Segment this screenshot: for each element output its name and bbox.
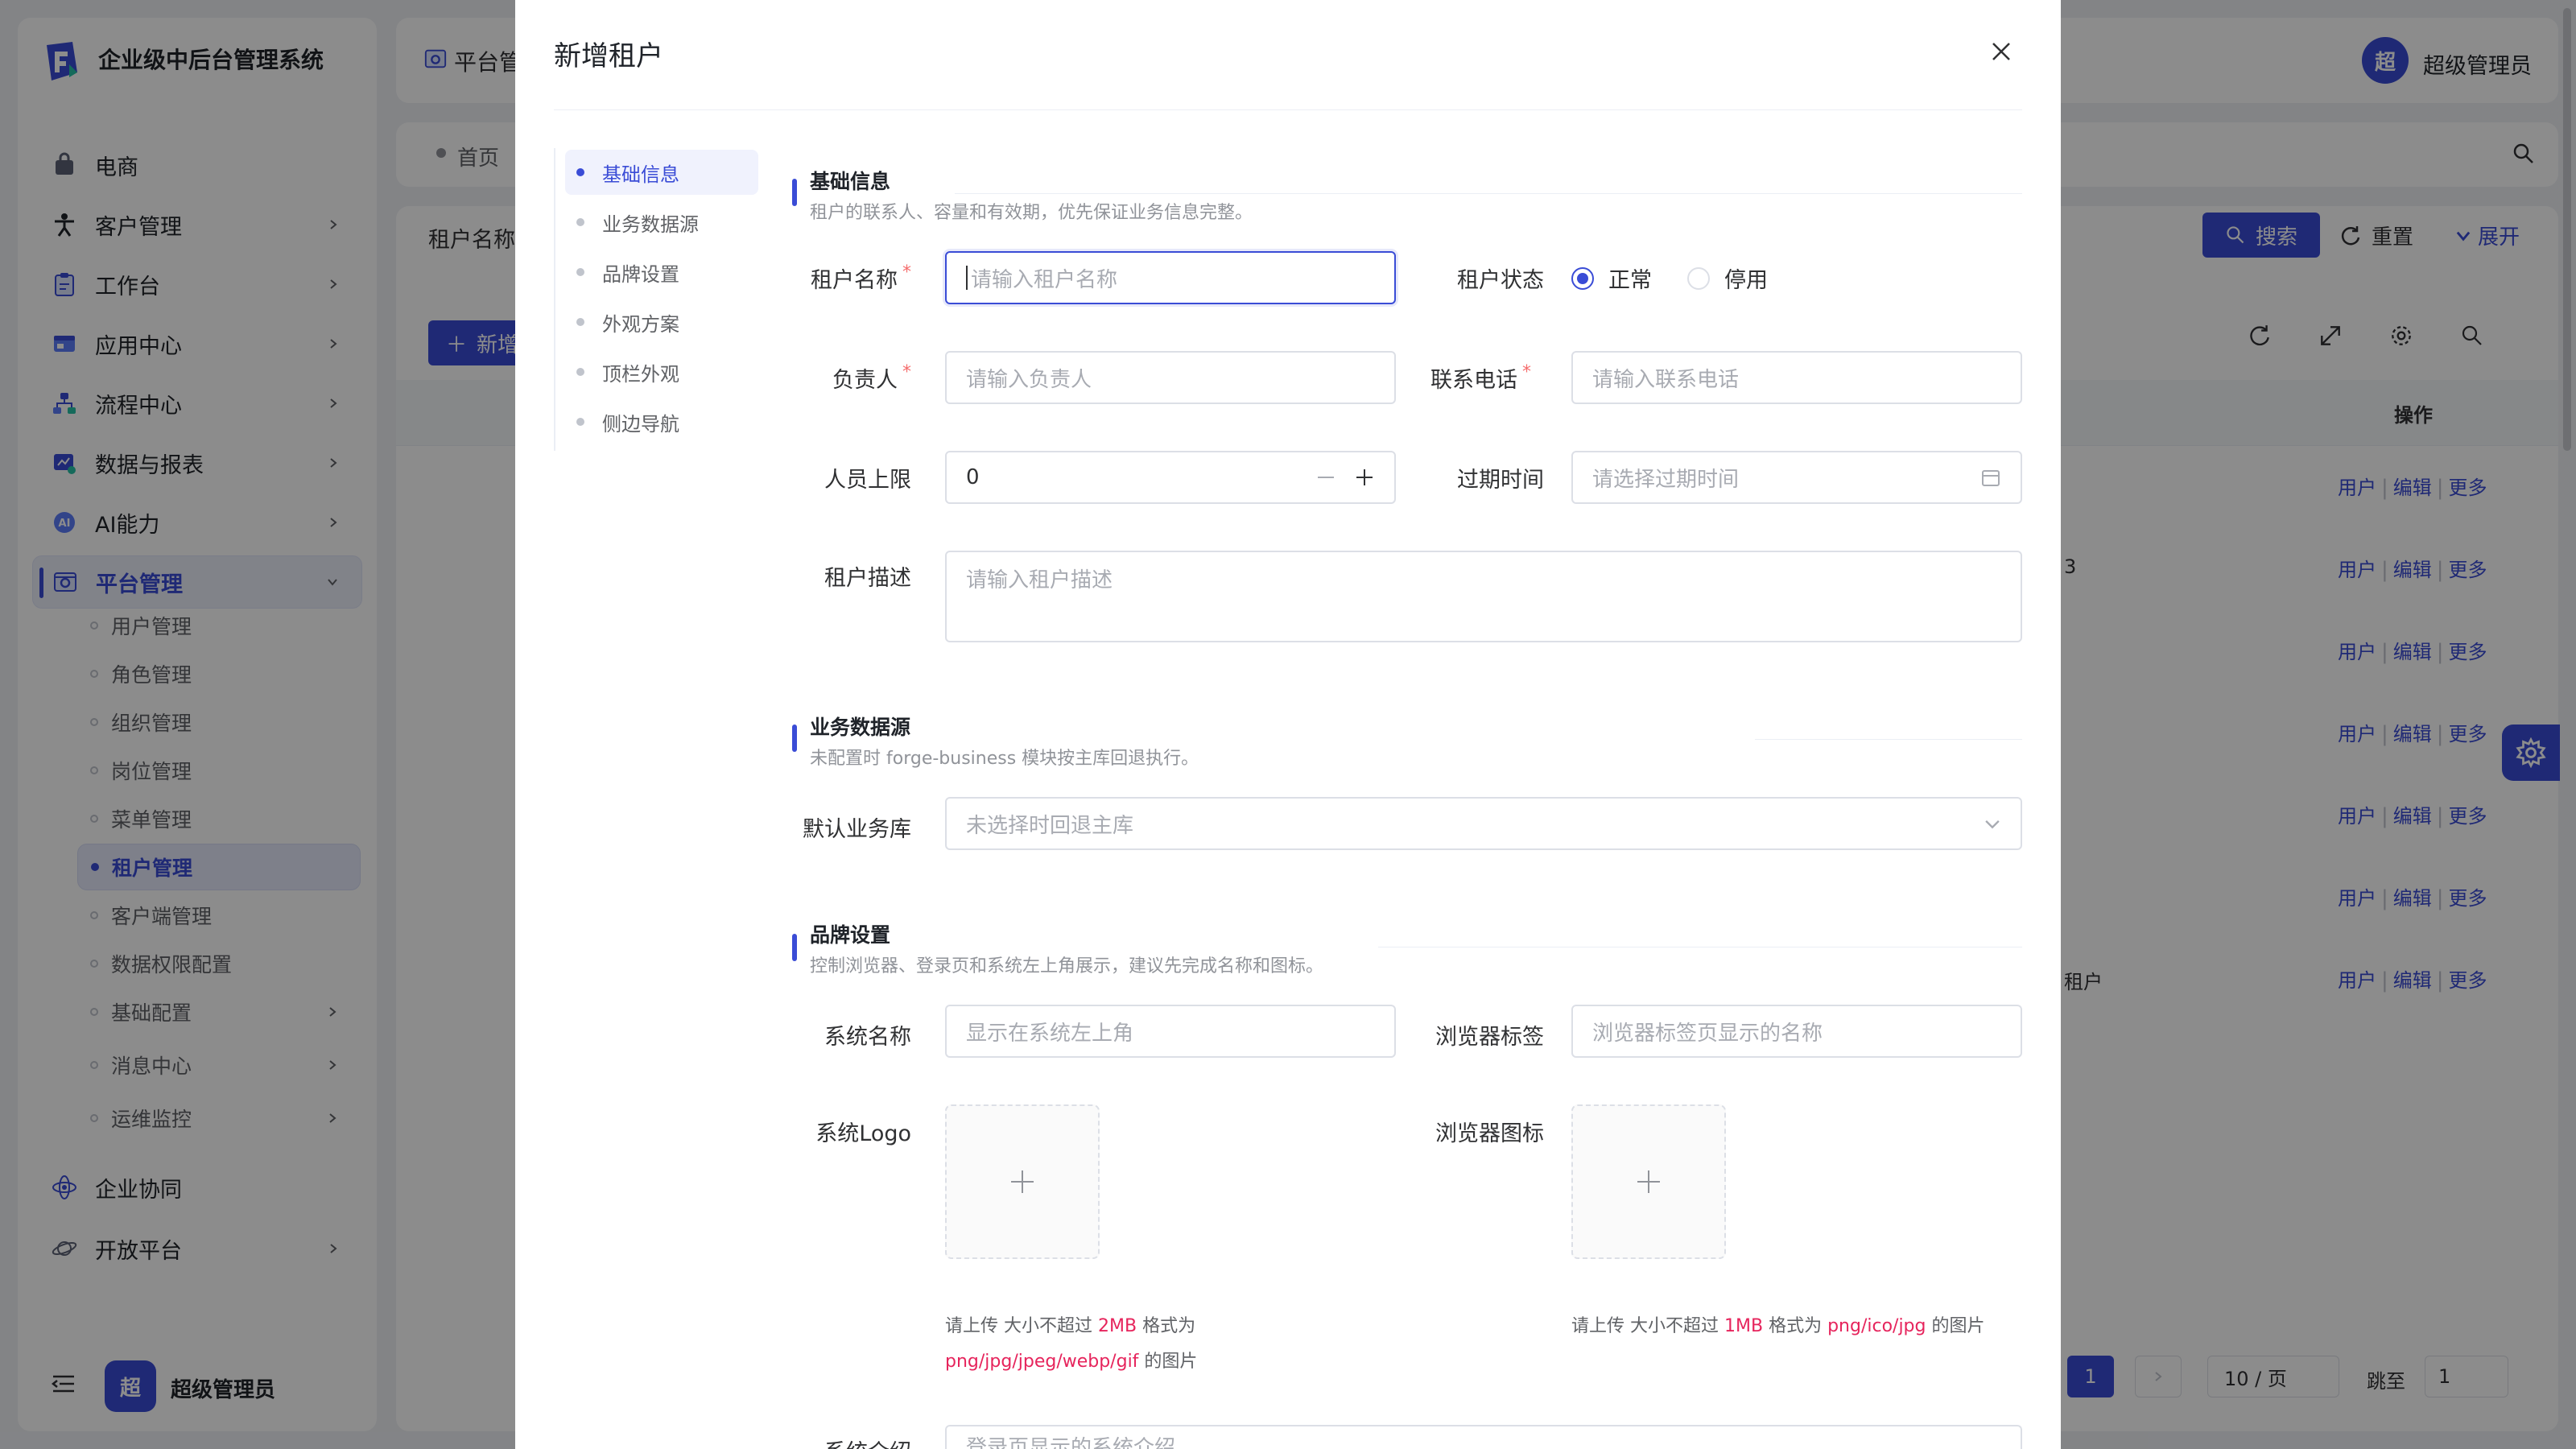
section-desc-basic: 租户的联系人、容量和有效期，优先保证业务信息完整。 <box>810 203 1253 223</box>
dialog-divider <box>554 109 2022 110</box>
bullet-icon <box>576 318 584 326</box>
plus-icon <box>1011 1170 1034 1193</box>
tenant-name-label: 租户名称 * <box>811 262 911 293</box>
browser-icon-upload[interactable] <box>1571 1104 1726 1259</box>
plus-icon <box>1637 1170 1660 1193</box>
placeholder: 请选择过期时间 <box>1592 467 1740 492</box>
placeholder: 请输入联系电话 <box>1592 367 1740 392</box>
section-divider <box>955 193 2022 194</box>
radio-unchecked-icon <box>1687 266 1710 290</box>
staff-limit-stepper[interactable]: 0 <box>945 451 1396 504</box>
stepper-value: 0 <box>966 465 980 489</box>
section-marker <box>792 724 797 752</box>
sys-name-label: 系统名称 <box>824 1025 911 1050</box>
owner-label: 负责人 * <box>832 362 911 393</box>
section-title-datasource: 业务数据源 <box>810 716 911 739</box>
sys-logo-upload[interactable] <box>945 1104 1100 1259</box>
bullet-icon <box>576 218 584 226</box>
placeholder: 请输入租户描述 <box>966 568 1113 592</box>
staff-limit-label: 人员上限 <box>824 468 911 493</box>
sys-intro-textarea[interactable]: 登录页显示的系统介绍 <box>945 1425 2022 1449</box>
bullet-icon <box>576 418 584 426</box>
section-desc-datasource: 未配置时 forge-business 模块按主库回退执行。 <box>810 749 1199 769</box>
radio-label: 正常 <box>1608 268 1652 293</box>
chevron-down-icon <box>1985 820 2000 829</box>
placeholder: 未选择时回退主库 <box>966 813 1134 838</box>
dialog-title: 新增租户 <box>554 40 663 72</box>
anchor-label: 顶栏外观 <box>602 362 679 386</box>
sys-intro-label: 系统介绍 <box>774 1435 911 1449</box>
anchor-label: 侧边导航 <box>602 412 679 436</box>
anchor-label: 基础信息 <box>602 163 679 186</box>
tenant-desc-label: 租户描述 <box>824 566 911 591</box>
browser-tab-input[interactable]: 浏览器标签页显示的名称 <box>1571 1005 2022 1058</box>
placeholder: 显示在系统左上角 <box>966 1021 1134 1046</box>
calendar-icon <box>1982 470 2000 486</box>
text-caret <box>966 266 968 290</box>
add-tenant-dialog: 新增租户 基础信息 业务数据源 品牌设置 外观方案 顶栏外观 侧边导航 基础信息… <box>515 0 2061 1449</box>
radio-checked-icon <box>1571 266 1594 290</box>
default-db-label: 默认业务库 <box>803 817 911 842</box>
anchor-brand[interactable]: 品牌设置 <box>565 250 758 295</box>
section-marker <box>792 179 797 206</box>
logo-upload-hint: 请上传 大小不超过 2MB 格式为 png/jpg/jpeg/webp/gif 的… <box>945 1316 1198 1372</box>
bullet-icon <box>576 268 584 276</box>
expire-date-picker[interactable]: 请选择过期时间 <box>1571 451 2022 504</box>
section-title-brand: 品牌设置 <box>810 923 891 947</box>
anchor-basic-info[interactable]: 基础信息 <box>565 150 758 195</box>
bullet-icon <box>576 368 584 376</box>
browser-icon-label: 浏览器图标 <box>1435 1121 1544 1146</box>
anchor-sidenav[interactable]: 侧边导航 <box>565 399 758 444</box>
plus-icon[interactable] <box>1354 467 1375 488</box>
close-icon <box>1992 43 2010 60</box>
status-radio-normal[interactable]: 正常 <box>1571 262 1652 294</box>
owner-input[interactable]: 请输入负责人 <box>945 351 1396 404</box>
required-mark: * <box>902 262 911 283</box>
placeholder: 登录页显示的系统介绍 <box>966 1436 1176 1449</box>
phone-label: 联系电话 * <box>1430 362 1531 393</box>
anchor-label: 业务数据源 <box>602 213 699 236</box>
section-desc-brand: 控制浏览器、登录页和系统左上角展示，建议先完成名称和图标。 <box>810 956 1324 976</box>
placeholder: 请输入负责人 <box>966 367 1092 392</box>
bullet-icon <box>576 168 584 176</box>
sys-logo-label: 系统Logo <box>815 1121 911 1146</box>
anchor-datasource[interactable]: 业务数据源 <box>565 200 758 245</box>
anchor-topbar[interactable]: 顶栏外观 <box>565 349 758 394</box>
required-mark: * <box>902 362 911 382</box>
status-radio-disabled[interactable]: 停用 <box>1687 262 1768 294</box>
anchor-rail <box>554 148 555 451</box>
browser-tab-label: 浏览器标签 <box>1435 1025 1544 1050</box>
default-db-select[interactable]: 未选择时回退主库 <box>945 797 2022 850</box>
phone-input[interactable]: 请输入联系电话 <box>1571 351 2022 404</box>
minus-icon[interactable] <box>1315 467 1336 488</box>
tenant-name-input[interactable]: 请输入租户名称 <box>945 251 1396 304</box>
anchor-appearance[interactable]: 外观方案 <box>565 299 758 345</box>
anchor-label: 品牌设置 <box>602 262 679 286</box>
section-divider <box>1755 739 2022 740</box>
expire-label: 过期时间 <box>1457 468 1544 493</box>
section-marker <box>792 934 797 961</box>
placeholder: 请输入租户名称 <box>971 267 1118 292</box>
anchor-label: 外观方案 <box>602 312 679 336</box>
radio-label: 停用 <box>1724 268 1768 293</box>
required-mark: * <box>1522 362 1531 382</box>
tenant-status-label: 租户状态 <box>1457 268 1544 293</box>
icon-upload-hint: 请上传 大小不超过 1MB 格式为 png/ico/jpg 的图片 <box>1571 1316 1985 1336</box>
section-title-basic: 基础信息 <box>810 170 891 193</box>
close-button[interactable] <box>1985 35 2017 68</box>
tenant-desc-textarea[interactable]: 请输入租户描述 <box>945 551 2022 642</box>
placeholder: 浏览器标签页显示的名称 <box>1592 1021 1823 1046</box>
sys-name-input[interactable]: 显示在系统左上角 <box>945 1005 1396 1058</box>
